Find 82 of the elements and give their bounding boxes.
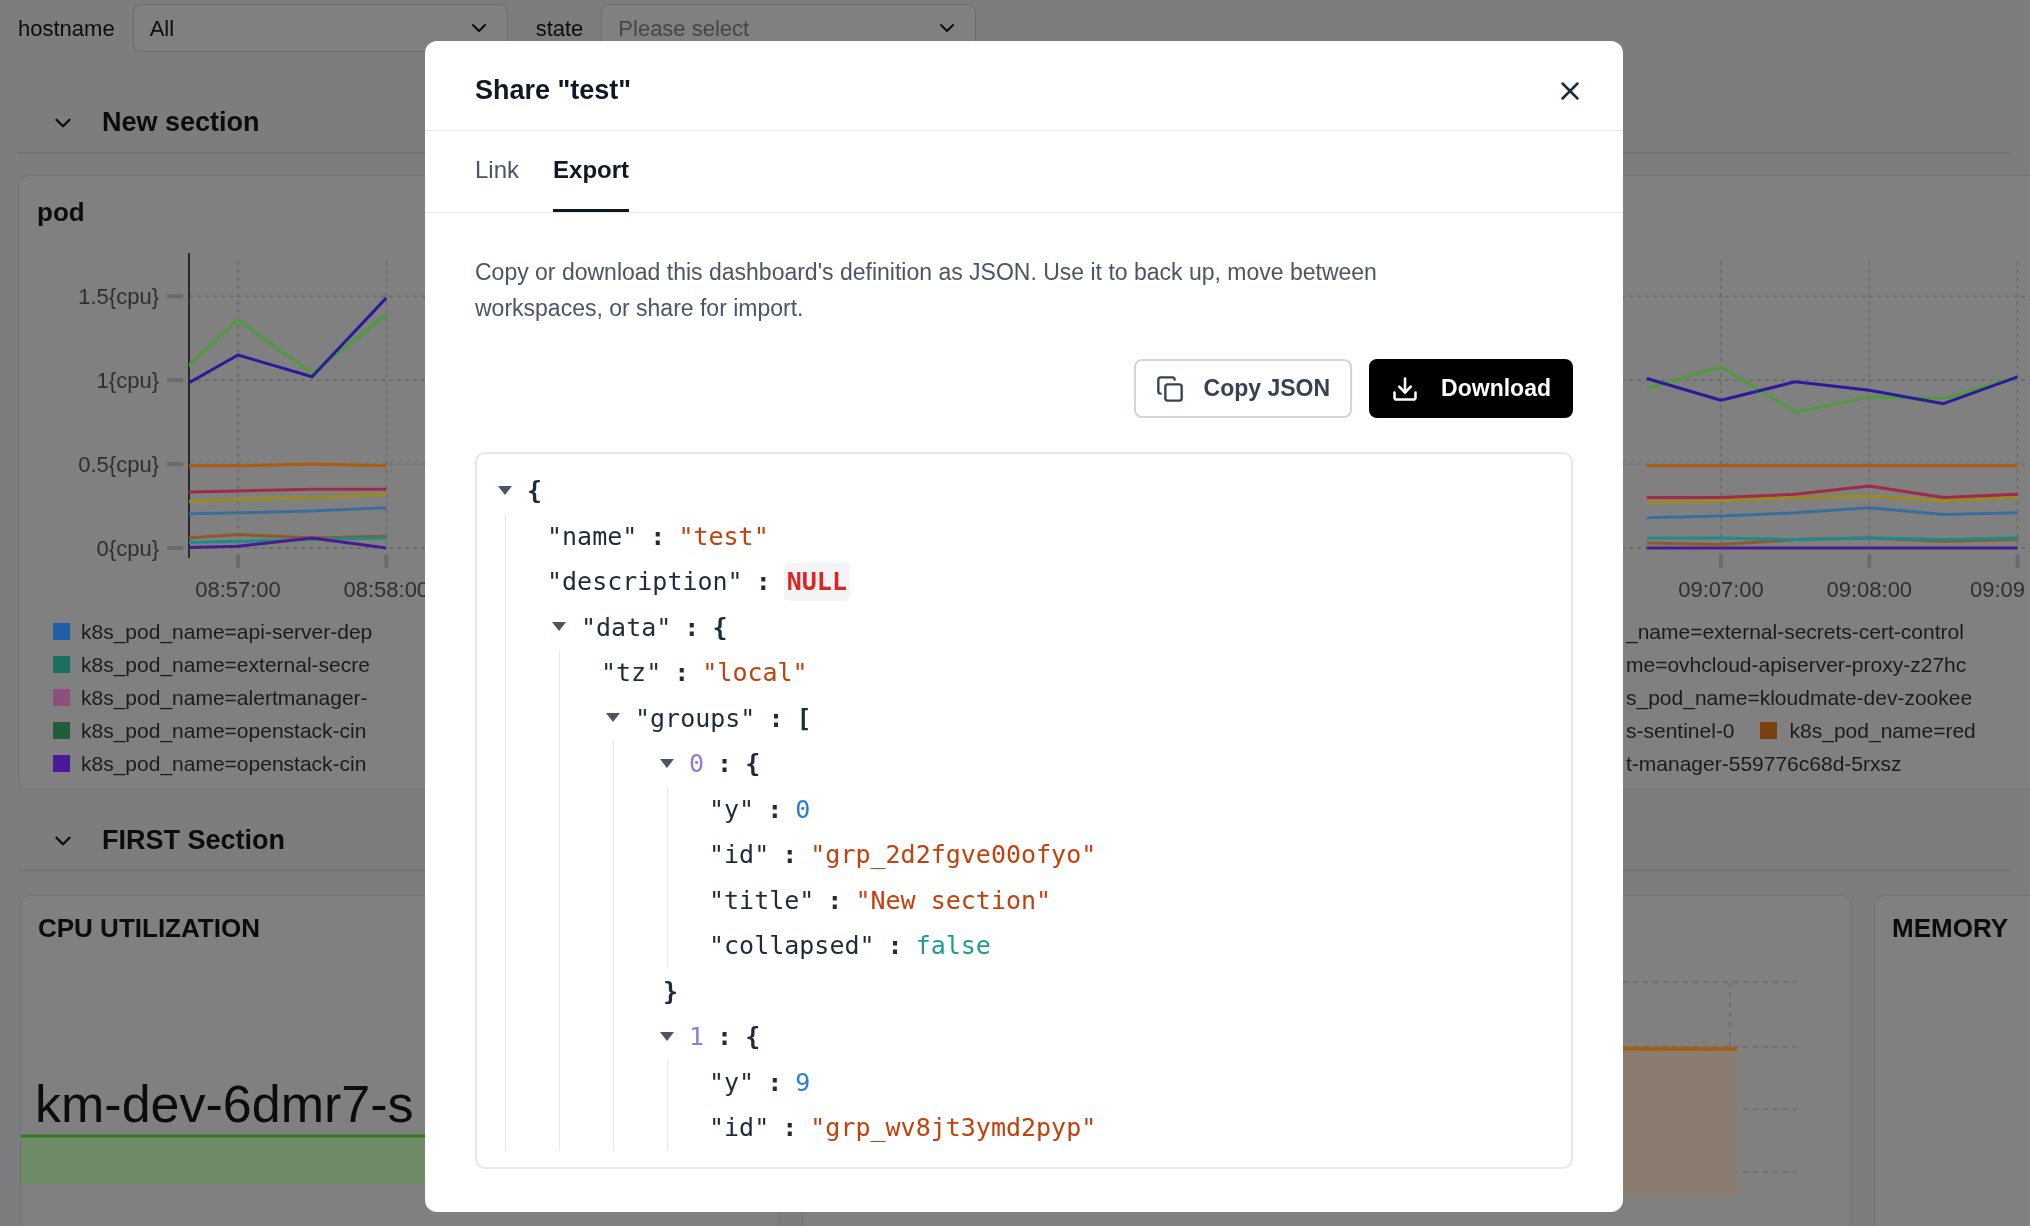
legend-label: k8s_pod_name=openstack-cin [81,750,367,778]
axis-tick-label: 1{cpu} [96,368,159,394]
null-badge: NULL [783,563,850,601]
copy-icon [1155,374,1184,403]
axis-tick-label: 09:08:00 [1826,577,1913,602]
json-value: "grp_wv8jt3ymd2pyp" [810,1112,1097,1144]
stat-value: km-dev-6dmr7-s [35,1075,414,1133]
legend-label: s-sentinel-0 [1626,717,1735,744]
json-key: 0 [689,745,705,783]
json-value: "local" [702,657,808,689]
tab[interactable]: Export [553,131,630,212]
filter-label: hostname [18,14,115,43]
json-colon: : [768,702,784,735]
axis-tick-label: 08:57:00 [195,577,281,602]
json-colon: : [684,611,700,644]
json-key: 1 [689,1018,705,1056]
json-bracket: [ [796,702,812,735]
legend-label: k8s_pod_name=alertmanager- [81,684,368,712]
legend-label: me=ovhcloud-apiserver-proxy-z27hc [1626,651,1967,678]
json-colon: : [717,1021,733,1053]
json-key: "id" [709,1109,770,1147]
legend-label: t-manager-559776c68d-5rxsz [1626,750,1902,777]
copy-json-button[interactable]: Copy JSON [1133,359,1353,418]
json-key: "id" [709,836,770,874]
axis-tick-label: 1.5{cpu} [78,284,159,310]
json-bracket: { [745,748,761,780]
axis-tick-label: 0.5{cpu} [78,452,159,478]
json-value: 9 [795,1066,811,1099]
json-value: false [915,930,991,962]
json-value: "test" [678,520,769,553]
dropdown[interactable]: All [132,4,508,52]
json-key: "description" [547,563,743,601]
download-button[interactable]: Download [1369,359,1573,418]
caret-down-icon[interactable] [606,713,620,724]
panel-title: CPU UTILIZATION [38,913,260,943]
panel-title: pod [37,197,85,227]
caret-down-icon[interactable] [498,485,512,496]
json-colon: : [782,1112,798,1144]
json-key: "tz" [601,654,662,692]
json-key: "data" [581,608,672,646]
json-bracket: { [712,611,728,644]
json-colon: : [650,520,666,553]
json-bracket: } [663,975,679,1008]
json-colon: : [767,1066,783,1099]
caret-down-icon[interactable] [660,758,674,769]
json-colon: : [767,793,783,826]
tab[interactable]: Link [475,131,520,212]
panel-title: MEMORY [1892,913,2009,943]
caret-down-icon[interactable] [660,1031,674,1042]
legend-label: k8s_pod_name=openstack-cin [81,717,367,745]
json-key: "name" [547,517,638,555]
json-colon: : [887,930,903,962]
axis-tick-label: 0{cpu} [96,536,159,561]
filter-label: state [535,14,584,43]
axis-tick-label: 09:07:00 [1678,577,1764,602]
json-key: "groups" [635,699,756,737]
json-colon: : [717,748,733,780]
json-bracket: { [527,475,543,507]
axis-tick-label: 09:09 [1969,577,2025,602]
section-title: FIRST Section [102,824,285,858]
description-text: Copy or download this dashboard's definition as JSON. Use it to back up, move between workspaces, or share for import. [475,258,1378,323]
json-value: "New section" [855,884,1052,917]
json-key: "y" [709,790,755,828]
legend-label: k8s_pod_name=api-server-dep [81,618,373,646]
json-value: "grp_2d2fgve00ofyo" [810,839,1097,871]
json-bracket: { [745,1021,761,1053]
json-key: "collapsed" [709,927,875,965]
json-value: 0 [795,793,811,826]
json-colon: : [827,884,843,917]
json-key: "y" [709,1063,755,1101]
json-colon: : [755,566,771,598]
json-colon: : [782,839,798,871]
legend-label: s_pod_name=kloudmate-dev-zookee [1626,684,1973,712]
legend-label: k8s_pod_name=external-secre [81,651,370,679]
dialog-title: Share "test" [475,74,632,108]
download-icon [1391,374,1420,403]
json-colon: : [674,657,690,689]
caret-down-icon[interactable] [552,622,566,633]
section-title: New section [102,106,260,140]
legend-label: k8s_pod_name=red [1789,717,1976,745]
json-key: "title" [709,881,815,919]
legend-label: _name=external-secrets-cert-control [1626,618,1964,646]
